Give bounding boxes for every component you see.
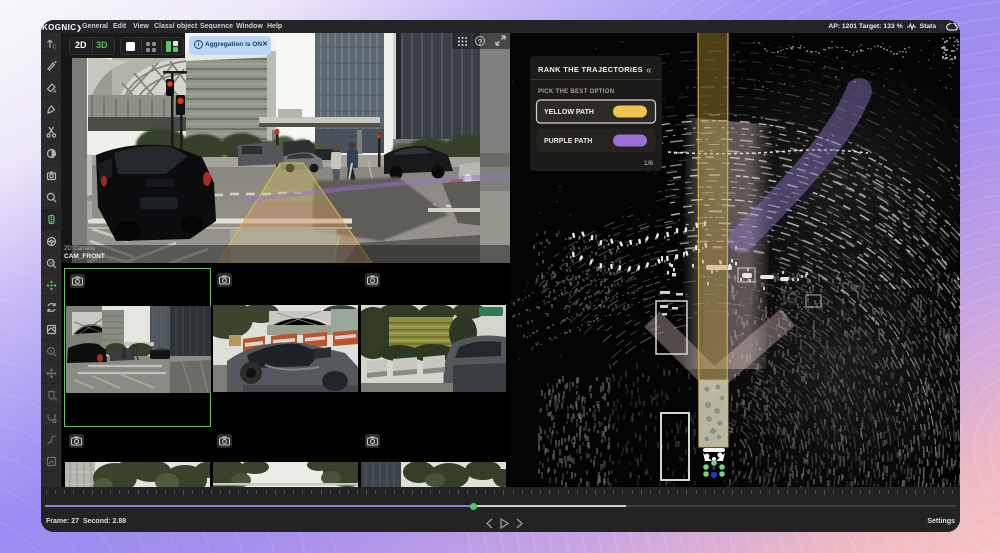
svg-text:YELLOW PATH: YELLOW PATH bbox=[544, 109, 594, 116]
svg-text:RANK THE TRAJECTORIES: RANK THE TRAJECTORIES bbox=[538, 65, 643, 74]
svg-text:«: « bbox=[646, 65, 652, 76]
svg-text:48: 48 bbox=[49, 261, 55, 266]
svg-text:PURPLE PATH: PURPLE PATH bbox=[544, 138, 592, 145]
svg-text:PICK THE BEST OPTION: PICK THE BEST OPTION bbox=[538, 89, 614, 95]
svg-text:C: C bbox=[53, 45, 57, 51]
svg-text:a: a bbox=[50, 349, 53, 355]
svg-text:1/6: 1/6 bbox=[644, 160, 653, 167]
svg-text:A: A bbox=[54, 397, 58, 402]
svg-text:A: A bbox=[53, 89, 57, 94]
